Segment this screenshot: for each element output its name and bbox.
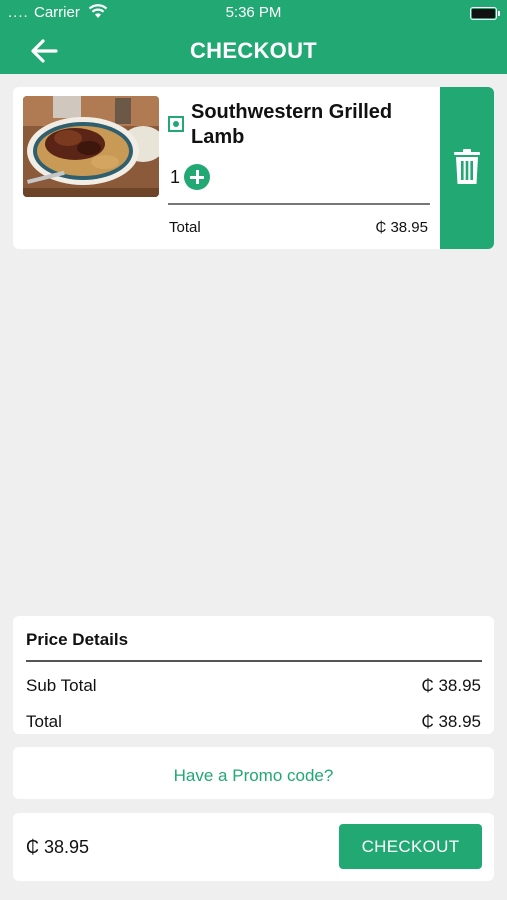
battery-tip — [498, 11, 500, 16]
final-amount: ₵ 38.95 — [26, 837, 90, 857]
page-title: CHECKOUT — [189, 38, 318, 63]
promo-code-button[interactable]: Have a Promo code? — [13, 747, 494, 799]
status-bar: .... Carrier 5:36 PM — [0, 0, 507, 26]
veg-indicator-icon — [168, 116, 184, 132]
total-value: ₵ 38.95 — [421, 712, 481, 731]
plus-icon[interactable] — [184, 164, 210, 190]
status-time: 5:36 PM — [225, 4, 282, 21]
delete-item-button[interactable] — [440, 87, 494, 249]
item-name: Southwestern Grilled Lamb — [191, 101, 393, 148]
checkout-bar: ₵ 38.95 CHECKOUT — [13, 813, 494, 881]
trash-icon — [454, 149, 480, 184]
price-details-title: Price Details — [26, 630, 129, 649]
total-label: Total — [26, 712, 62, 731]
cart-item-card: Southwestern Grilled Lamb 1 Total ₵ 38.9… — [13, 87, 494, 249]
food-image — [23, 96, 159, 197]
subtotal-label: Sub Total — [26, 676, 97, 695]
price-divider — [26, 660, 482, 662]
price-details-card: Price Details Sub Total ₵ 38.95 Total ₵ … — [13, 616, 494, 734]
item-total-label: Total — [169, 219, 201, 236]
subtotal-value: ₵ 38.95 — [421, 676, 481, 695]
checkout-button[interactable]: CHECKOUT — [339, 824, 482, 869]
item-total-value: ₵ 38.95 — [375, 219, 428, 236]
battery-icon — [470, 7, 497, 20]
promo-code-label: Have a Promo code? — [173, 766, 334, 785]
item-divider — [168, 203, 430, 205]
app-header: .... Carrier 5:36 PM CHECKOUT — [0, 0, 507, 74]
item-quantity: 1 — [170, 167, 181, 187]
